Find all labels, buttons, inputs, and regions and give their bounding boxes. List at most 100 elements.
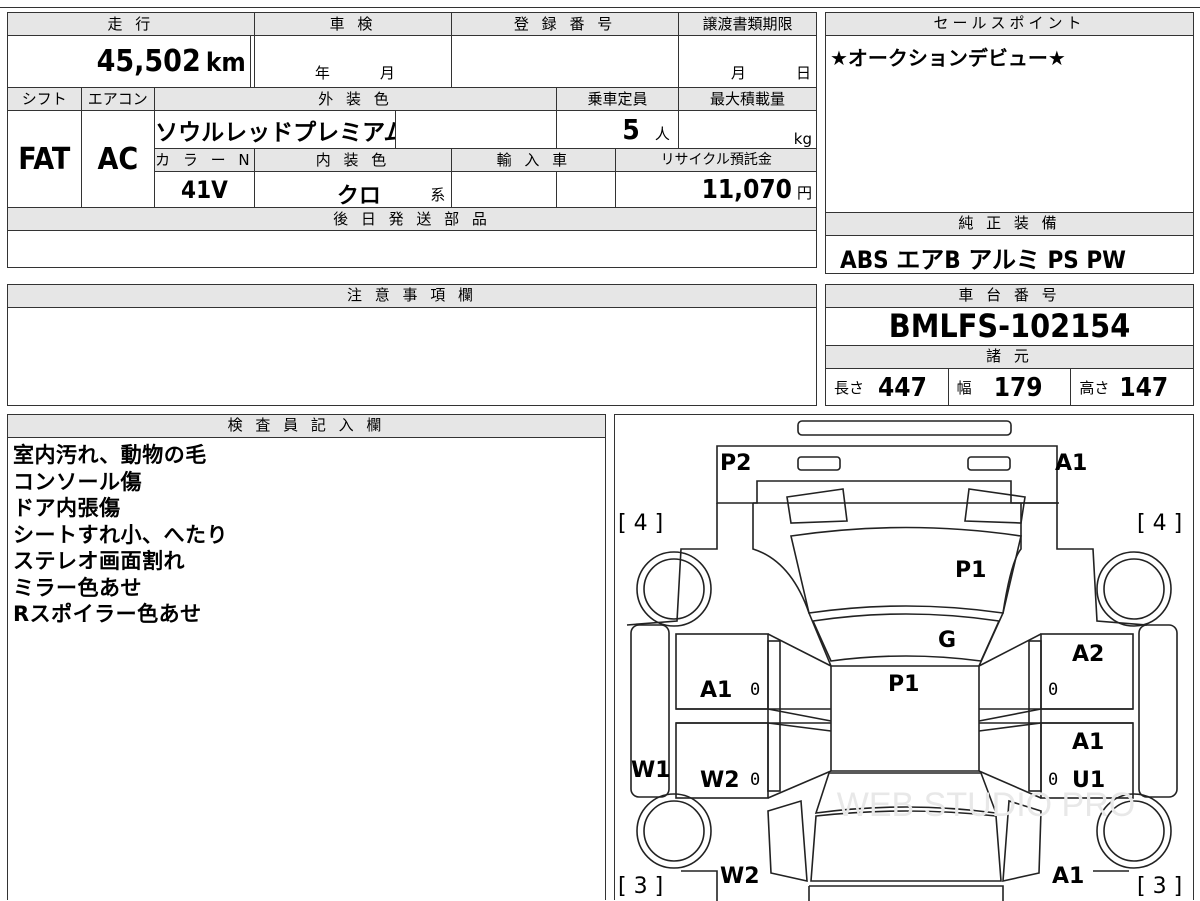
tire-front-right: [ 4 ] [1137,511,1183,536]
rear-bumper [808,885,1004,901]
mark-a1-left-door: A1 [700,678,733,703]
right-sill [1138,624,1178,798]
mileage-cell: 45,502 km [7,35,251,88]
note-line: Rスポイラー色あせ [13,602,202,626]
note-line: ステレオ画面割れ [13,549,185,573]
right-pillar [1028,640,1042,792]
mark-zero: 0 [1048,680,1059,700]
import-label: 輸 入 車 [451,148,617,172]
inspector-notes: 室内汚れ、動物の毛 コンソール傷 ドア内張傷 シートすれ小、へたり ステレオ画面… [8,438,605,632]
capacity-value: 5 [622,113,640,146]
mark-p1-roof: P1 [888,672,920,697]
colorno-label: カ ラ ー N o . [154,148,255,172]
width-cell: 幅 179 [949,369,1072,406]
shaken-month: 月 [379,64,395,82]
wheel-front-left [636,551,712,627]
shift-label: シフト [7,87,82,111]
left-pillar [767,640,781,792]
wheel-rear-left [636,793,712,869]
mileage-label: 走 行 [7,12,255,36]
length-value: 447 [878,372,927,403]
mark-p2: P2 [720,451,752,476]
mileage-unit: km [205,48,246,78]
capacity-unit: 人 [654,125,670,143]
height-value: 147 [1119,372,1169,403]
note-line: 室内汚れ、動物の毛 [13,443,207,467]
mark-g: G [938,628,957,653]
equipment-label: 純 正 装 備 [826,213,1193,236]
wheel-front-right [1096,551,1172,627]
tire-rear-left: [ 3 ] [618,874,664,899]
exterior-color-label: 外 装 色 [154,87,558,111]
interior-suffix: 系 [430,186,446,204]
later-parts-label: 後 日 発 送 部 品 [7,207,817,231]
interior-cell: クロ 系 [253,171,453,208]
capacity-cell: 5 人 [556,110,679,149]
caution-box: 注 意 事 項 欄 [7,284,817,406]
vehicle-info-table: 走 行 車 検 登 録 番 号 譲渡書類期限 45,502 km 年 月 月 日… [7,12,818,268]
mark-zero: 0 [750,680,761,700]
recycle-cell: 11,070 円 [615,171,817,208]
right-lamp [964,488,1026,524]
transfer-label: 譲渡書類期限 [677,12,818,36]
registration-label: 登 録 番 号 [451,12,679,36]
ac-label: エアコン [80,87,156,111]
sales-point-text: ★オークションデビュー★ [830,46,1066,70]
exterior-color-value: ソウルレッドプレミアム [155,119,396,146]
chassis-number: BMLFS-102154 [826,308,1193,346]
mark-w2-bottom: W2 [720,864,760,889]
shaken-year: 年 [314,64,330,82]
mark-a1-bottom: A1 [1052,864,1085,889]
windshield [811,613,1001,662]
ac-cell: AC [80,110,156,208]
maxload-cell: kg [677,110,818,149]
equipment-box: 純 正 装 備 ABS エアB アルミ PS PW [825,212,1194,274]
equipment-text: ABS エアB アルミ PS PW [840,246,1126,274]
mark-p1-hood: P1 [955,558,987,583]
recycle-unit: 円 [796,183,812,202]
chassis-box: 車 台 番 号 BMLFS-102154 諸 元 長さ 447 幅 179 高さ… [825,284,1194,406]
note-line: ドア内張傷 [13,496,121,520]
height-label: 高さ [1079,379,1110,397]
note-line: シートすれ小、へたり [13,522,228,547]
sales-point-label: セールスポイント [826,13,1193,36]
tire-front-left: [ 4 ] [618,511,664,536]
mark-zero: 0 [750,770,761,790]
width-label: 幅 [956,379,972,397]
inspector-label: 検 査 員 記 入 欄 [8,415,605,438]
transfer-month: 月 [730,64,746,82]
left-headlight [797,456,841,471]
car-diagram-box: WEB STUDIO PRO [614,414,1194,901]
recycle-label: リサイクル預託金 [615,148,817,172]
mark-zero: 0 [1048,770,1059,790]
colorno-value: 41V [181,175,228,204]
tire-rear-right: [ 3 ] [1137,874,1183,899]
car-diagram: WEB STUDIO PRO [626,420,1178,901]
shaken-label: 車 検 [253,12,453,36]
length-cell: 長さ 447 [826,369,949,406]
top-crop-strip [0,0,1200,8]
spec-row: 長さ 447 幅 179 高さ 147 [826,369,1193,406]
left-rear-quarter [767,799,808,883]
note-line: コンソール傷 [13,469,142,494]
transfer-cell: 月 日 [677,35,818,88]
exterior-color-cell: ソウルレッドプレミアム [154,110,396,149]
mileage-value: 45,502 [96,44,201,79]
maxload-label: 最大積載量 [677,87,818,111]
spec-label: 諸 元 [826,346,1193,369]
mark-u1: U1 [1072,768,1106,793]
interior-label: 内 装 色 [253,148,453,172]
mark-a1-top: A1 [1055,451,1088,476]
inspector-box: 検 査 員 記 入 欄 室内汚れ、動物の毛 コンソール傷 ドア内張傷 シートすれ… [7,414,606,900]
height-cell: 高さ 147 [1071,369,1193,406]
shaken-cell: 年 月 [253,35,453,88]
mark-a2: A2 [1072,642,1105,667]
hood [790,526,1022,614]
right-headlight [967,456,1011,471]
capacity-label: 乗車定員 [556,87,679,111]
registration-value [451,35,679,88]
front-strip [797,420,1012,436]
width-value: 179 [993,372,1043,403]
mark-w2-left: W2 [700,768,740,793]
chassis-label: 車 台 番 号 [826,285,1193,308]
